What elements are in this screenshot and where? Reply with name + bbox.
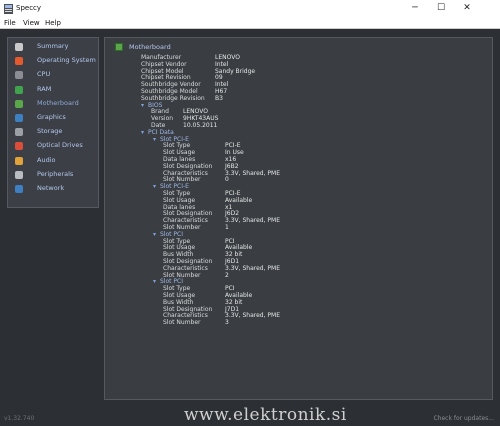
sidebar-item-label: Graphics xyxy=(37,113,66,121)
property-value: 10.05.2011 xyxy=(183,122,218,129)
collapse-arrow-icon[interactable]: ▾ xyxy=(141,102,148,109)
sidebar: Summary Operating System CPU RAM Motherboard… xyxy=(7,37,99,208)
summary-icon xyxy=(15,43,23,51)
menu-bar: File View Help xyxy=(0,18,500,29)
collapse-arrow-icon[interactable]: ▾ xyxy=(153,278,160,285)
sidebar-item-motherboard[interactable]: Motherboard xyxy=(14,98,98,110)
motherboard-icon xyxy=(115,43,123,51)
sidebar-item-storage[interactable]: Storage xyxy=(14,126,98,138)
sidebar-item-label: RAM xyxy=(37,84,52,93)
sidebar-item-ram[interactable]: RAM xyxy=(14,84,98,96)
sidebar-item-label: Summary xyxy=(37,42,69,50)
minimize-button[interactable]: ─ xyxy=(404,2,426,15)
property-row: Slot Number 0 xyxy=(163,176,463,184)
network-icon xyxy=(15,185,23,193)
sidebar-item-label: Storage xyxy=(37,127,63,136)
storage-icon xyxy=(15,128,23,137)
property-row: Slot Number 2 xyxy=(163,272,463,280)
sidebar-item-label: Optical Drives xyxy=(37,141,83,150)
sidebar-item-cpu[interactable]: CPU xyxy=(14,69,98,81)
property-row: Slot Number 3 xyxy=(163,319,463,327)
ram-icon xyxy=(15,85,23,94)
sidebar-item-operating-system[interactable]: Operating System xyxy=(14,55,98,67)
sidebar-item-network[interactable]: Network xyxy=(14,183,98,195)
motherboard-icon xyxy=(15,99,23,108)
peripherals-icon xyxy=(15,170,23,179)
speccy-app-icon xyxy=(4,4,13,14)
collapse-arrow-icon[interactable]: ▾ xyxy=(153,136,160,143)
audio-icon xyxy=(15,156,23,165)
sidebar-item-label: Motherboard xyxy=(37,98,79,107)
sidebar-item-optical-drives[interactable]: Optical Drives xyxy=(14,140,98,152)
title-bar: Speccy ─ ☐ ✕ xyxy=(0,0,500,18)
sidebar-item-label: Audio xyxy=(37,155,56,164)
property-row: Southbridge Revision B3 xyxy=(141,95,441,103)
windows-icon xyxy=(15,57,23,66)
optical-drive-icon xyxy=(15,142,23,151)
collapse-arrow-icon[interactable]: ▾ xyxy=(141,129,148,136)
collapse-arrow-icon[interactable]: ▾ xyxy=(153,231,160,238)
collapse-arrow-icon[interactable]: ▾ xyxy=(153,183,160,190)
menu-file[interactable]: File xyxy=(4,19,16,27)
sidebar-item-graphics[interactable]: Graphics xyxy=(14,112,98,124)
property-row: Date 10.05.2011 xyxy=(151,122,451,130)
sidebar-item-audio[interactable]: Audio xyxy=(14,155,98,167)
sidebar-item-label: CPU xyxy=(37,70,51,79)
maximize-button[interactable]: ☐ xyxy=(430,2,452,15)
property-value: 3 xyxy=(225,319,229,327)
check-updates-link[interactable]: Check for updates... xyxy=(433,415,494,422)
window-title: Speccy xyxy=(16,4,42,12)
sidebar-item-label: Operating System xyxy=(37,56,96,65)
menu-help[interactable]: Help xyxy=(45,19,61,27)
property-value: B3 xyxy=(215,94,223,102)
sidebar-item-label: Peripherals xyxy=(37,169,74,178)
cpu-icon xyxy=(15,71,23,80)
watermark: www.elektronik.si xyxy=(184,405,347,425)
property-value: 1 xyxy=(225,224,229,231)
section-title-label: Motherboard xyxy=(129,43,171,51)
property-row: Slot Number 1 xyxy=(163,224,463,232)
property-key: Slot Number xyxy=(163,319,201,327)
sidebar-item-label: Network xyxy=(37,184,65,192)
graphics-icon xyxy=(15,114,23,122)
property-value: 2 xyxy=(225,271,229,279)
sidebar-item-summary[interactable]: Summary xyxy=(14,41,98,53)
property-value: 0 xyxy=(225,176,229,184)
sidebar-item-peripherals[interactable]: Peripherals xyxy=(14,169,98,181)
menu-view[interactable]: View xyxy=(23,19,40,27)
version-label: v1.32.740 xyxy=(4,415,35,422)
details-panel[interactable]: Motherboard Manufacturer LENOVO Chipset Ve… xyxy=(104,37,493,400)
close-button[interactable]: ✕ xyxy=(456,2,478,15)
